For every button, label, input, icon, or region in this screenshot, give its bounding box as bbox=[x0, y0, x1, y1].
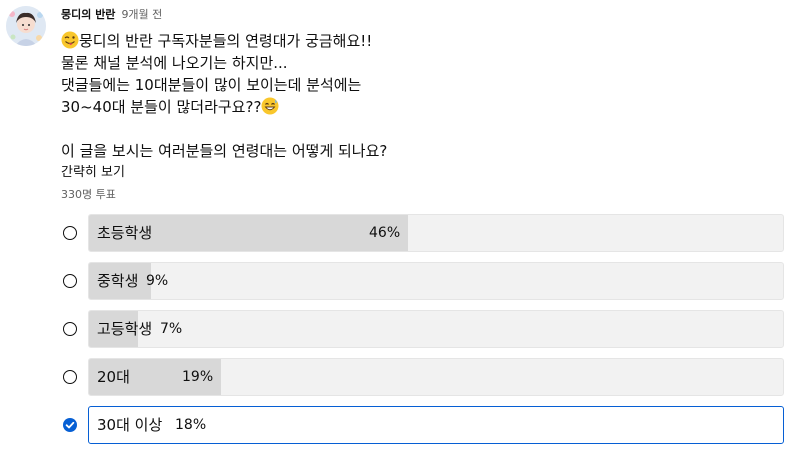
show-less-link[interactable]: 간략히 보기 bbox=[61, 161, 125, 180]
poll-option-percent: 46% bbox=[369, 225, 401, 241]
post-time[interactable]: 9개월 전 bbox=[121, 8, 162, 21]
radio-button[interactable] bbox=[63, 370, 77, 384]
poll: 초등학생 46% 중학생 9% 고등학생 7% 20대 19% 30대 이상 1… bbox=[61, 214, 784, 454]
poll-option-label: 20대 bbox=[97, 368, 130, 386]
radio-button[interactable] bbox=[63, 226, 77, 240]
post-line-3: 댓글들에는 10대분들이 많이 보이는데 분석에는 bbox=[61, 76, 362, 94]
vote-count: 330명 투표 bbox=[61, 188, 116, 201]
post-text: 뭉디의 반란 구독자분들의 연령대가 궁금해요!! 물론 채널 분석에 나오기는… bbox=[61, 30, 761, 162]
author-name[interactable]: 뭉디의 반란 bbox=[61, 8, 115, 21]
radio-button[interactable] bbox=[63, 274, 77, 288]
poll-option[interactable]: 20대 19% bbox=[61, 358, 784, 406]
radio-button[interactable] bbox=[63, 322, 77, 336]
radio-button-checked[interactable] bbox=[63, 418, 77, 432]
avatar[interactable] bbox=[6, 6, 46, 46]
poll-option-box[interactable]: 20대 19% bbox=[88, 358, 784, 396]
poll-option-box[interactable]: 초등학생 46% bbox=[88, 214, 784, 252]
poll-option[interactable]: 고등학생 7% bbox=[61, 310, 784, 358]
poll-option-label: 중학생 bbox=[97, 272, 139, 290]
checkmark-icon bbox=[65, 421, 75, 429]
poll-option-percent: 7% bbox=[160, 321, 183, 337]
poll-option-percent: 19% bbox=[182, 369, 214, 385]
poll-option-label: 30대 이상 bbox=[97, 416, 163, 434]
post-line-1: 뭉디의 반란 구독자분들의 연령대가 궁금해요!! bbox=[79, 32, 373, 50]
post-line-4: 30~40대 분들이 많더라구요?? bbox=[61, 98, 262, 116]
post-line-6: 이 글을 보시는 여러분들의 연령대는 어떻게 되나요? bbox=[61, 142, 388, 160]
poll-option-percent: 18% bbox=[175, 417, 207, 433]
poll-option-box[interactable]: 30대 이상 18% bbox=[88, 406, 784, 444]
post-line-2: 물론 채널 분석에 나오기는 하지만... bbox=[61, 54, 288, 72]
grinning-sweat-emoji-icon bbox=[261, 97, 279, 115]
winking-face-tongue-emoji-icon bbox=[61, 31, 79, 49]
poll-option[interactable]: 초등학생 46% bbox=[61, 214, 784, 262]
poll-option-percent: 9% bbox=[146, 273, 169, 289]
poll-option-label: 고등학생 bbox=[97, 320, 153, 338]
poll-option-box[interactable]: 중학생 9% bbox=[88, 262, 784, 300]
poll-option-label: 초등학생 bbox=[97, 224, 153, 242]
poll-option[interactable]: 중학생 9% bbox=[61, 262, 784, 310]
poll-option-box[interactable]: 고등학생 7% bbox=[88, 310, 784, 348]
poll-option[interactable]: 30대 이상 18% bbox=[61, 406, 784, 454]
post-header: 뭉디의 반란 9개월 전 bbox=[61, 8, 162, 22]
